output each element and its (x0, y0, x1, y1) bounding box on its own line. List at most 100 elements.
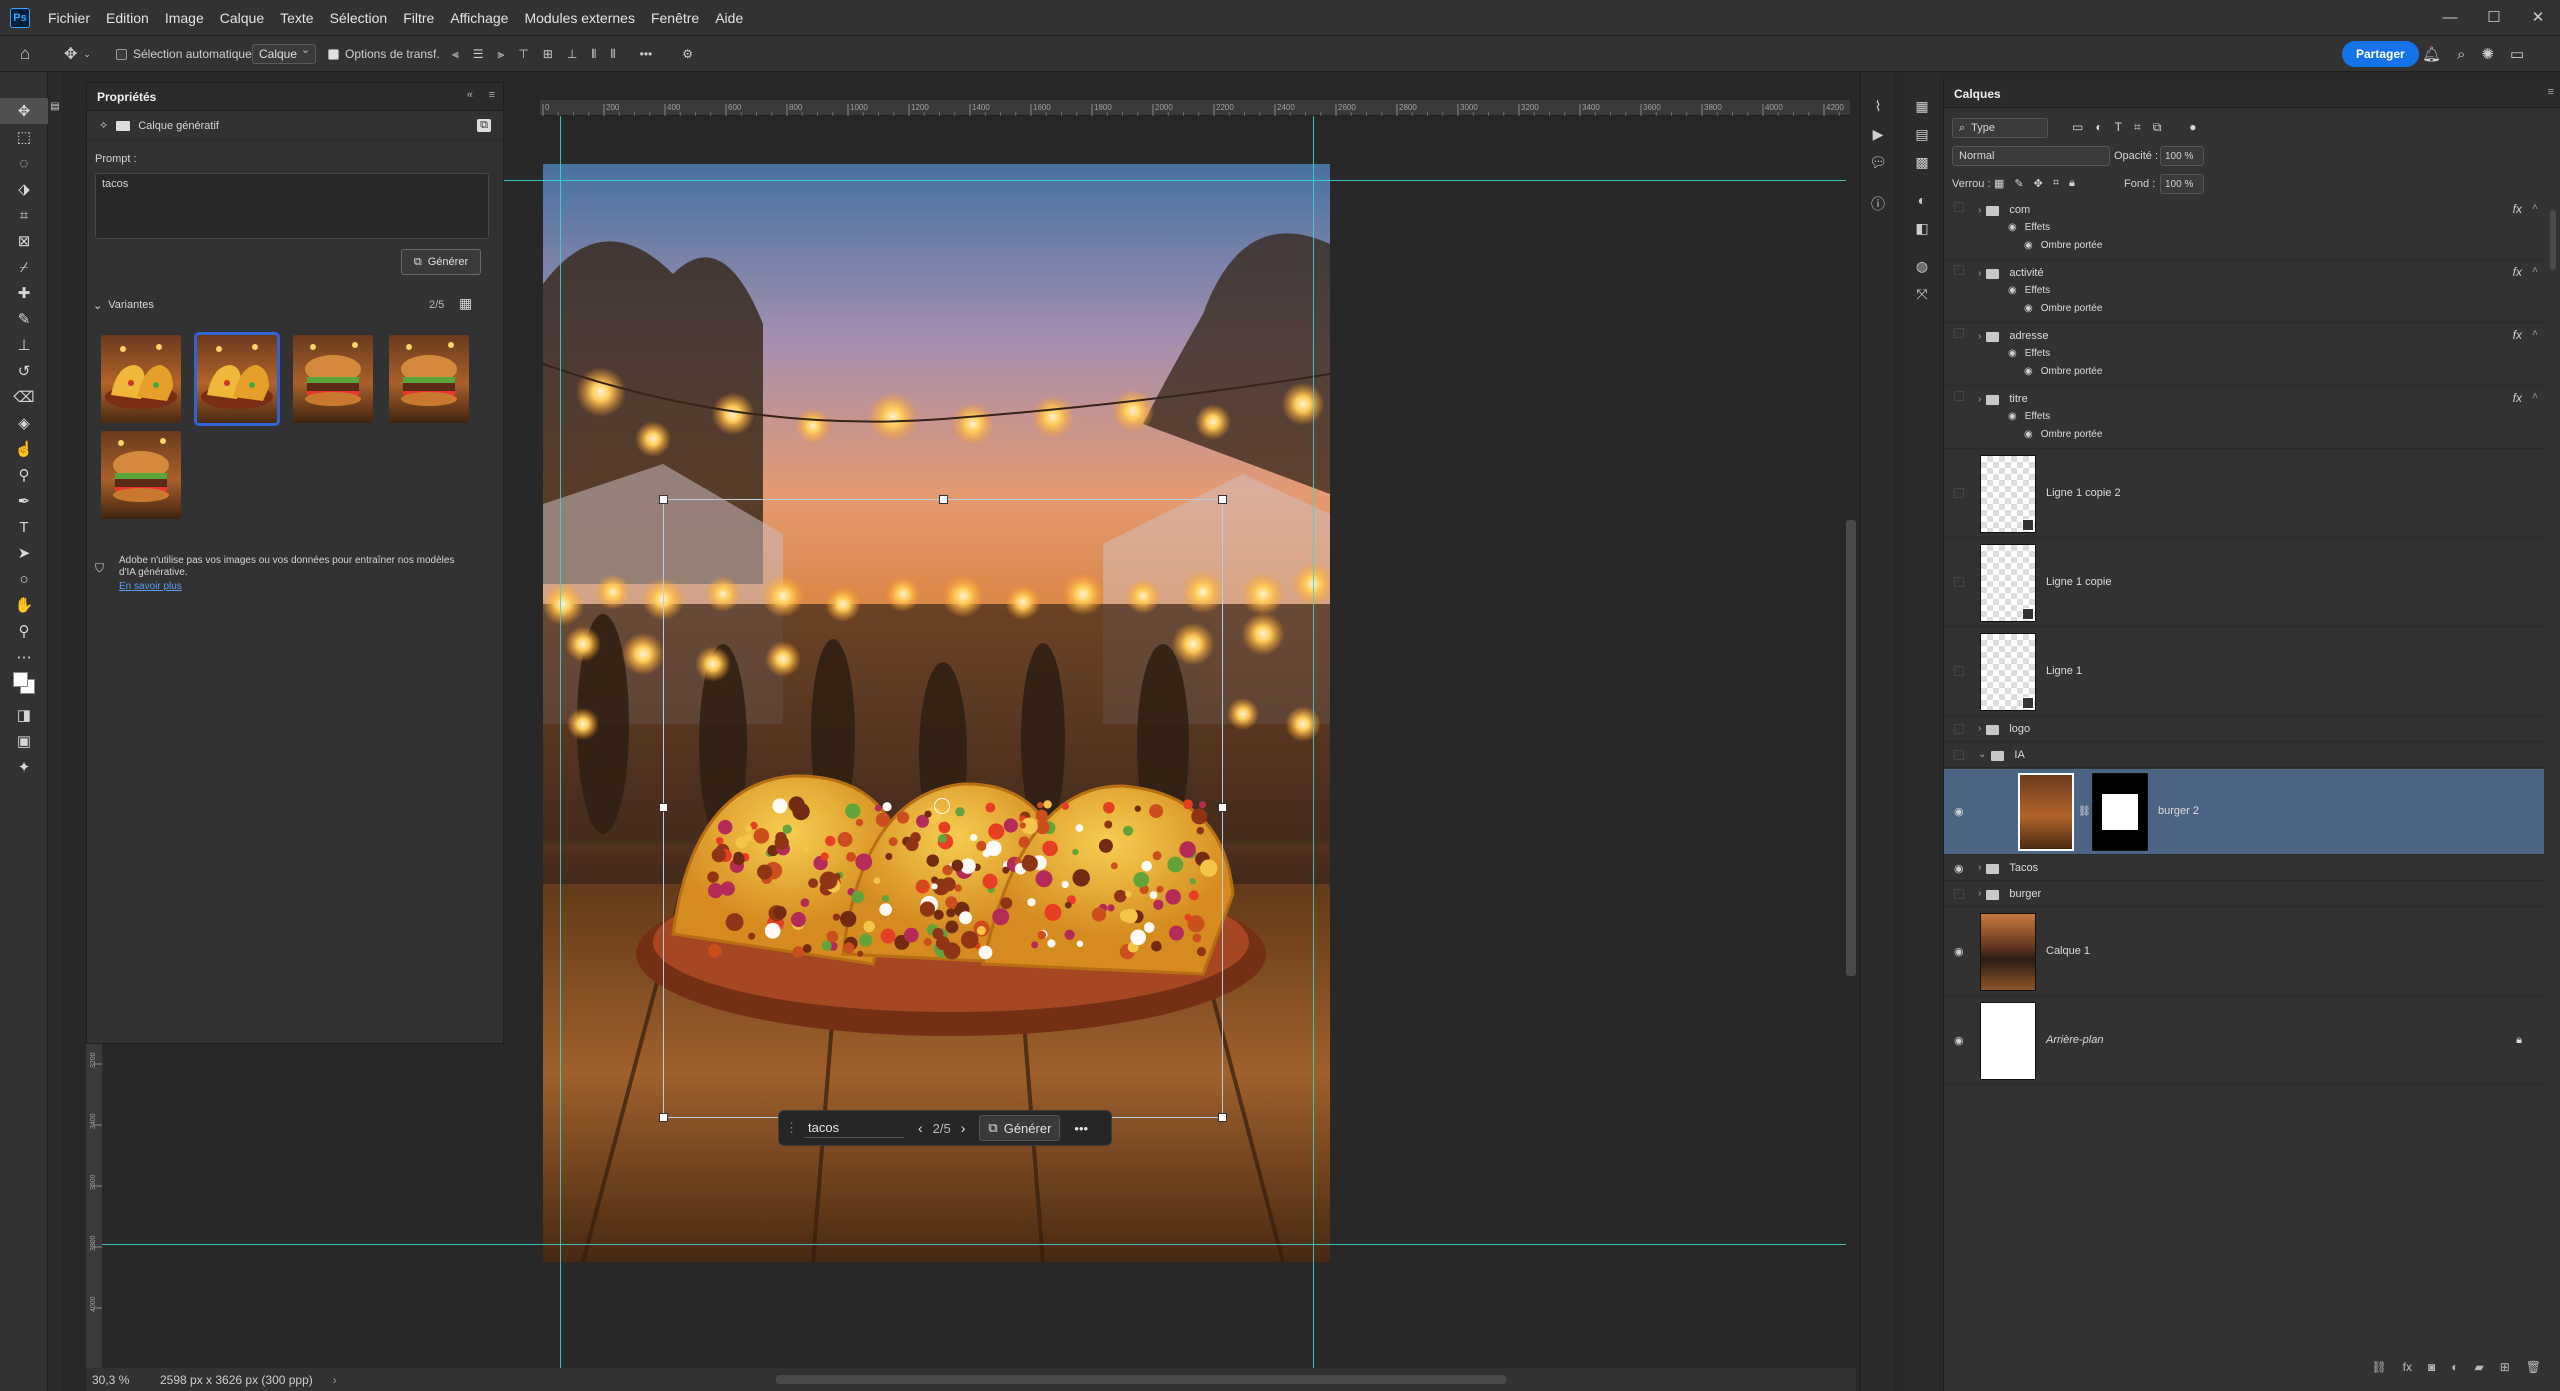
variant-thumbnail-tacos[interactable] (194, 332, 280, 426)
visibility-toggle[interactable] (1954, 488, 1964, 498)
transform-handle[interactable] (659, 803, 668, 812)
drag-handle-icon[interactable]: ⋮ (785, 1120, 798, 1136)
ctx-generate-button[interactable]: ⧉ Générer (979, 1115, 1061, 1141)
fx-icon[interactable]: fx (2513, 202, 2522, 216)
home-icon[interactable]: ⌂ (20, 36, 30, 72)
visibility-toggle[interactable] (1954, 666, 1964, 676)
layer-group-row[interactable]: › activité fx ˄ ◉ Effets ◉ Ombre portée (1944, 261, 2544, 323)
paths-icon[interactable]: ⤧ (1905, 280, 1939, 308)
layer-row[interactable]: › logo (1944, 717, 2544, 742)
eye-icon[interactable]: ◉ (2024, 303, 2033, 314)
workspace-icon[interactable]: ▭ (2510, 45, 2524, 63)
object-selection-icon[interactable]: ⬗ (0, 176, 48, 202)
menu-image[interactable]: Image (157, 0, 212, 36)
chevron-down-icon[interactable]: ⌄ (1978, 749, 1986, 760)
align-right-icon[interactable]: ⫸ (498, 47, 505, 62)
status-arrow-icon[interactable]: › (333, 1373, 337, 1387)
visibility-toggle[interactable] (1954, 328, 1964, 338)
guide-vertical-left[interactable] (560, 116, 561, 1368)
properties-dock-icon[interactable]: ▤ (48, 92, 62, 120)
layer-row[interactable]: ◉ › Tacos (1944, 856, 2544, 881)
crop-tool-icon[interactable]: ⌗ (0, 202, 48, 228)
menu-aide[interactable]: Aide (707, 0, 751, 36)
brush-settings-icon[interactable]: ⌇ (1861, 92, 1895, 120)
adjustments-icon[interactable]: ◐ (1905, 186, 1939, 214)
layer-row[interactable]: Ligne 1 copie 2 (1944, 450, 2544, 538)
vertical-scrollbar[interactable] (1846, 520, 1856, 976)
color-swatches-icon[interactable] (0, 670, 48, 696)
chevron-right-icon[interactable]: › (1978, 723, 1981, 734)
chevron-up-icon[interactable]: ˄ (2532, 391, 2538, 402)
variant-thumbnail-burger[interactable] (101, 431, 181, 519)
eye-icon[interactable]: ◉ (2008, 411, 2017, 422)
layers-scrollbar[interactable] (2550, 210, 2556, 270)
align-middle-icon[interactable]: ⊞ (543, 47, 553, 61)
close-window-button[interactable]: ✕ (2516, 0, 2560, 36)
smudge-icon[interactable]: ☝ (0, 436, 48, 462)
distribute-vertical-icon[interactable]: ⦀ (610, 47, 615, 62)
frame-tool-icon[interactable]: ⊠ (0, 228, 48, 254)
actions-play-icon[interactable]: ▶ (1861, 120, 1895, 148)
horizontal-scrollbar[interactable] (776, 1375, 1506, 1384)
visibility-toggle[interactable] (1954, 391, 1964, 401)
guide-horizontal-top[interactable] (504, 180, 1846, 181)
visibility-toggle[interactable] (1954, 265, 1964, 275)
libraries-icon[interactable]: ▤ (1905, 120, 1939, 148)
align-center-icon[interactable]: ☰ (473, 47, 484, 61)
chevron-right-icon[interactable]: › (1978, 394, 1981, 405)
search-icon[interactable]: ⌕ (2457, 46, 2465, 63)
menu-calque[interactable]: Calque (212, 0, 272, 36)
pen-tool-icon[interactable]: ✒ (0, 488, 48, 514)
layer-row[interactable]: › burger (1944, 882, 2544, 907)
photoshop-logo[interactable]: Ps (10, 7, 30, 28)
eye-icon[interactable]: ◉ (2008, 222, 2017, 233)
minimize-button[interactable]: — (2428, 0, 2472, 36)
chevron-right-icon[interactable]: › (1978, 205, 1981, 216)
transform-handle[interactable] (1218, 1113, 1227, 1122)
eyedropper-icon[interactable]: ⌿ (0, 254, 48, 280)
link-layers-icon[interactable]: ⛓ (2371, 1360, 2386, 1384)
quick-mask-icon[interactable]: ◨ (0, 702, 48, 728)
chevron-right-icon[interactable]: › (1978, 888, 1981, 899)
new-group-icon[interactable]: ▰ (2474, 1360, 2483, 1384)
menu-filtre[interactable]: Filtre (395, 0, 442, 36)
menu-fichier[interactable]: Fichier (40, 0, 98, 36)
previous-variant-icon[interactable]: ‹ (918, 1120, 923, 1136)
align-left-icon[interactable]: ⫷ (452, 47, 459, 62)
visibility-toggle[interactable] (1954, 723, 1964, 734)
more-options-icon[interactable]: ••• (640, 47, 653, 61)
generative-fill-icon[interactable]: ✦ (0, 754, 48, 780)
add-mask-icon[interactable]: ◙ (2428, 1360, 2435, 1384)
bell-icon[interactable]: 🔔︎ (2422, 45, 2441, 63)
guide-horizontal-bottom[interactable] (102, 1244, 1846, 1245)
visibility-toggle[interactable] (1954, 202, 1964, 212)
auto-select-checkbox[interactable]: Sélection automatique : (116, 36, 258, 72)
dodge-tool-icon[interactable]: ⚲ (0, 462, 48, 488)
menu-selection[interactable]: Sélection (322, 0, 396, 36)
layer-row[interactable]: ◉ Calque 1 (1944, 908, 2544, 996)
chevron-up-icon[interactable]: ˄ (2532, 202, 2538, 213)
channels-icon[interactable]: ◍ (1905, 252, 1939, 280)
patterns-icon[interactable]: ▩ (1905, 148, 1939, 176)
align-top-icon[interactable]: ⊤ (518, 47, 528, 61)
more-tools-icon[interactable]: ⋯ (0, 644, 48, 670)
eye-icon[interactable]: ◉ (1954, 945, 1964, 958)
link-icon[interactable]: ⛓ (2078, 806, 2091, 817)
path-selection-icon[interactable]: ➤ (0, 540, 48, 566)
swatches-icon[interactable]: ▦ (1905, 92, 1939, 120)
visibility-toggle[interactable] (1954, 888, 1964, 899)
paint-bucket-icon[interactable]: ◈ (0, 410, 48, 436)
transform-handle[interactable] (659, 495, 668, 504)
auto-select-target-dropdown[interactable]: Calque (252, 43, 317, 64)
next-variant-icon[interactable]: › (961, 1120, 966, 1136)
variant-thumbnail-burger[interactable] (293, 335, 373, 423)
visibility-toggle[interactable] (1954, 749, 1964, 760)
layer-row[interactable]: ⌄ IA (1944, 743, 2544, 768)
chevron-right-icon[interactable]: › (1978, 862, 1981, 873)
delete-layer-icon[interactable]: 🗑︎ (2526, 1360, 2541, 1384)
layer-row[interactable]: Ligne 1 (1944, 628, 2544, 716)
menu-fenetre[interactable]: Fenêtre (643, 0, 707, 36)
layer-mask-thumbnail[interactable] (2092, 773, 2148, 851)
layer-group-row[interactable]: › adresse fx ˄ ◉ Effets ◉ Ombre portée (1944, 324, 2544, 386)
lightbulb-icon[interactable]: ✺ (2481, 45, 2494, 63)
